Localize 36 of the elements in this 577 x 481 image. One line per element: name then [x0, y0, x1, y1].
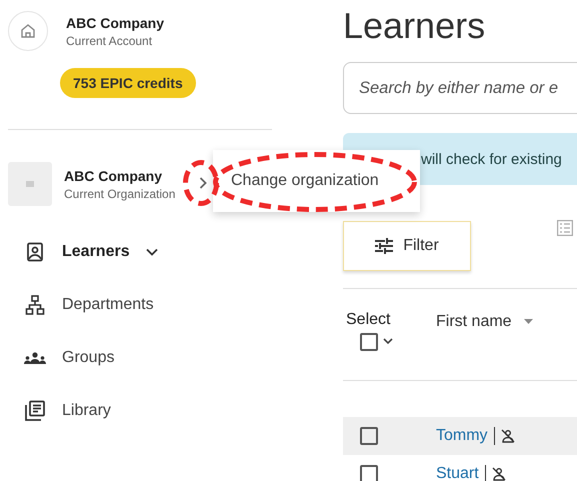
- account-name: ABC Company: [66, 14, 164, 30]
- image-icon: [26, 181, 34, 187]
- hierarchy-icon: [25, 294, 45, 314]
- learner-name-link[interactable]: Tommy: [436, 427, 488, 445]
- organization-role: Current Organization: [64, 186, 176, 200]
- chevron-right-icon[interactable]: [199, 177, 208, 189]
- column-header: Select: [346, 310, 390, 328]
- table-row[interactable]: Tommy: [343, 417, 577, 455]
- nav-item[interactable]: Groups: [62, 348, 114, 366]
- search-field[interactable]: Search by either name or e: [343, 62, 577, 114]
- sliders-icon: [375, 238, 394, 254]
- home-icon: [20, 23, 36, 39]
- chevron-down-icon[interactable]: [383, 338, 393, 345]
- row-checkbox[interactable]: [360, 465, 378, 481]
- filter-button[interactable]: Filter: [343, 221, 471, 271]
- contact-card-icon: [26, 242, 44, 262]
- nav-item[interactable]: Library: [62, 402, 111, 420]
- credits-badge: 753 EPIC credits: [60, 68, 196, 98]
- learner-name-link[interactable]: Stuart: [436, 465, 479, 481]
- person-crossed-icon: [492, 467, 506, 481]
- column-header[interactable]: First name: [436, 312, 512, 330]
- tooltip-text: Change organization: [231, 172, 379, 190]
- nav-item[interactable]: Learners: [62, 242, 130, 260]
- account-role: Current Account: [66, 34, 154, 48]
- sort-caret-icon[interactable]: [524, 319, 533, 324]
- page-title: Learners: [343, 5, 486, 47]
- info-text: will check for existing: [421, 150, 562, 168]
- documents-icon: [24, 400, 46, 422]
- person-crossed-icon: [500, 429, 515, 443]
- nav-item[interactable]: Departments: [62, 296, 154, 314]
- chevron-down-icon[interactable]: [146, 248, 158, 256]
- home-button[interactable]: [8, 11, 48, 51]
- organization-name: ABC Company: [64, 168, 164, 184]
- row-checkbox[interactable]: [360, 427, 378, 445]
- group-icon: [24, 350, 46, 364]
- select-all-checkbox[interactable]: [360, 332, 378, 350]
